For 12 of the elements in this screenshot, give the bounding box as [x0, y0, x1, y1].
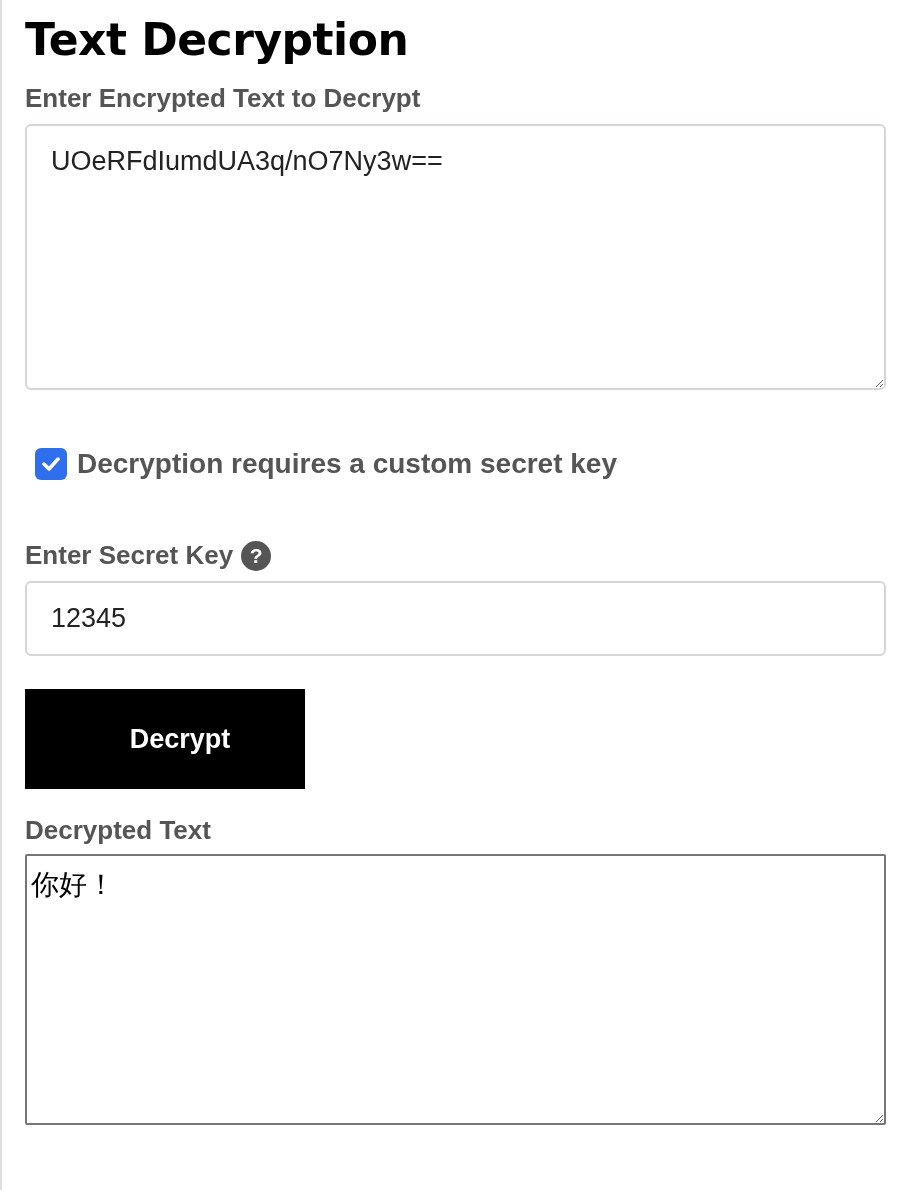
field-label: Enter Encrypted Text to Decrypt [25, 83, 422, 114]
secret-key-field[interactable]: 12345 [25, 581, 886, 656]
help-icon[interactable]: ? [241, 540, 272, 571]
check-icon [42, 457, 60, 471]
decrypt-button[interactable]: Decrypt [25, 689, 305, 789]
checkbox[interactable] [35, 448, 67, 480]
field-label: Enter Secret Key [25, 540, 234, 571]
encrypted-text-field[interactable]: UOeRFdIumdUA3q/nO7Ny3w== [25, 124, 886, 390]
page-title: Text Decryption [25, 14, 410, 65]
checkbox-label: Decryption requires a custom secret key [77, 448, 617, 480]
decrypted-text-field[interactable]: 你好！ [25, 854, 886, 1125]
field-label: Decrypted Text [25, 815, 212, 846]
